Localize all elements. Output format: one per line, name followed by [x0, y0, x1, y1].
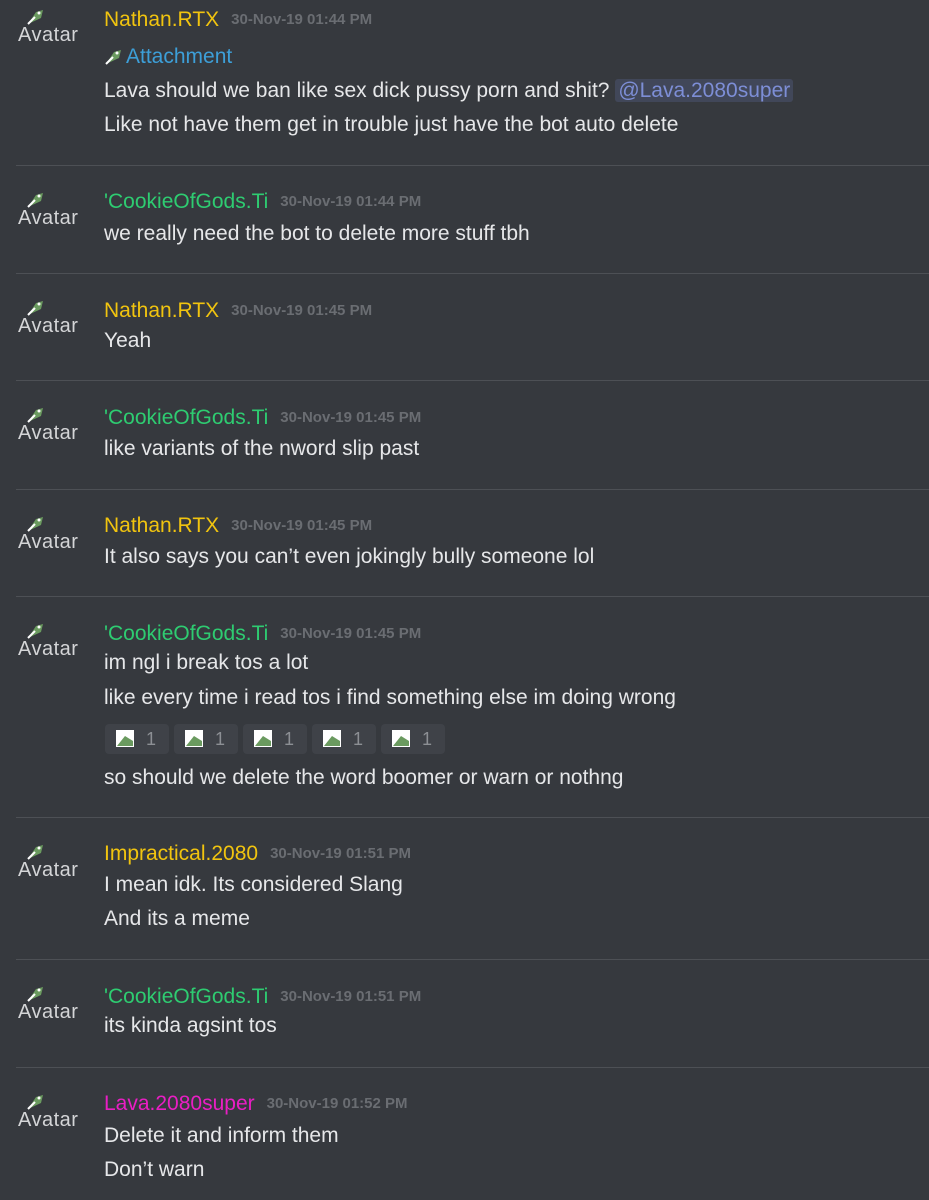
- reactions-bar: 1 1 1 1 1: [105, 724, 450, 754]
- reaction-count: 1: [284, 728, 295, 749]
- message-line: its kinda agsint tos: [104, 1014, 277, 1037]
- author-name[interactable]: 'CookieOfGods.Ti: [104, 983, 268, 1011]
- avatar[interactable]: Avatar: [18, 8, 88, 48]
- broken-emoji-icon: [116, 730, 134, 747]
- avatar[interactable]: Avatar: [18, 515, 88, 555]
- author-name[interactable]: 'CookieOfGods.Ti: [104, 620, 268, 648]
- avatar-alt-text: Avatar: [18, 1109, 79, 1131]
- message-line: like variants of the nword slip past: [104, 437, 420, 460]
- avatar[interactable]: Avatar: [18, 406, 88, 446]
- message-line: I mean idk. Its considered Slang: [104, 873, 403, 896]
- broken-image-icon: [105, 50, 121, 65]
- avatar-alt-text: Avatar: [18, 24, 79, 46]
- message-line: Like not have them get in trouble just h…: [104, 113, 679, 136]
- message-line: so should we delete the word boomer or w…: [104, 766, 624, 789]
- author-name[interactable]: Impractical.2080: [104, 840, 258, 868]
- attachment-alt-text: Attachment: [126, 45, 233, 68]
- broken-emoji-icon: [254, 730, 272, 747]
- message-line: we really need the bot to delete more st…: [104, 222, 530, 245]
- message: Avatar 'CookieOfGods.Ti 30-Nov-19 01:51 …: [16, 960, 929, 1068]
- timestamp: 30-Nov-19 01:44 PM: [231, 11, 373, 28]
- author-name[interactable]: Lava.2080super: [104, 1090, 255, 1118]
- message: Avatar 'CookieOfGods.Ti 30-Nov-19 01:45 …: [16, 597, 929, 818]
- message: Avatar Lava.2080super 30-Nov-19 01:52 PM…: [16, 1068, 929, 1199]
- message-line: im ngl i break tos a lot: [104, 651, 309, 674]
- avatar-alt-text: Avatar: [18, 207, 79, 229]
- reaction-chip[interactable]: 1: [174, 724, 238, 754]
- avatar-alt-text: Avatar: [18, 1001, 79, 1023]
- message: Avatar Nathan.RTX 30-Nov-19 01:45 PM Yea…: [16, 274, 929, 381]
- reaction-chip[interactable]: 1: [105, 724, 169, 754]
- reaction-chip[interactable]: 1: [312, 724, 376, 754]
- avatar[interactable]: Avatar: [18, 843, 88, 883]
- avatar[interactable]: Avatar: [18, 622, 88, 662]
- avatar[interactable]: Avatar: [18, 1093, 88, 1133]
- author-name[interactable]: Nathan.RTX: [104, 512, 219, 540]
- message-line: Lava should we ban like sex dick pussy p…: [104, 77, 794, 105]
- message: Avatar Nathan.RTX 30-Nov-19 01:45 PM It …: [16, 490, 929, 597]
- reaction-count: 1: [146, 728, 157, 749]
- avatar-alt-text: Avatar: [18, 315, 79, 337]
- message: Avatar Nathan.RTX 30-Nov-19 01:44 PM Att…: [16, 0, 929, 166]
- timestamp: 30-Nov-19 01:45 PM: [231, 302, 373, 319]
- user-mention[interactable]: @Lava.2080super: [615, 79, 794, 102]
- message-line: Don’t warn: [104, 1158, 205, 1181]
- message-line: And its a meme: [104, 907, 250, 930]
- timestamp: 30-Nov-19 01:44 PM: [280, 193, 422, 210]
- message: Avatar Impractical.2080 30-Nov-19 01:51 …: [16, 818, 929, 960]
- broken-emoji-icon: [392, 730, 410, 747]
- reaction-count: 1: [215, 728, 226, 749]
- avatar[interactable]: Avatar: [18, 191, 88, 231]
- reaction-chip[interactable]: 1: [381, 724, 445, 754]
- avatar-alt-text: Avatar: [18, 422, 79, 444]
- broken-emoji-icon: [185, 730, 203, 747]
- broken-emoji-icon: [323, 730, 341, 747]
- reaction-count: 1: [353, 728, 364, 749]
- author-name[interactable]: Nathan.RTX: [104, 297, 219, 325]
- timestamp: 30-Nov-19 01:52 PM: [266, 1095, 408, 1112]
- avatar-alt-text: Avatar: [18, 638, 79, 660]
- reaction-count: 1: [422, 728, 433, 749]
- timestamp: 30-Nov-19 01:51 PM: [280, 988, 422, 1005]
- avatar[interactable]: Avatar: [18, 299, 88, 339]
- message-line: It also says you can’t even jokingly bul…: [104, 545, 595, 568]
- attachment-link[interactable]: Attachment: [104, 43, 232, 71]
- message-text: Lava should we ban like sex dick pussy p…: [104, 79, 610, 102]
- timestamp: 30-Nov-19 01:45 PM: [231, 517, 373, 534]
- avatar[interactable]: Avatar: [18, 985, 88, 1025]
- author-name[interactable]: 'CookieOfGods.Ti: [104, 188, 268, 216]
- message-line: Yeah: [104, 329, 152, 352]
- message-line: Delete it and inform them: [104, 1124, 339, 1147]
- avatar-alt-text: Avatar: [18, 859, 79, 881]
- timestamp: 30-Nov-19 01:51 PM: [270, 845, 411, 862]
- message: Avatar 'CookieOfGods.Ti 30-Nov-19 01:44 …: [16, 166, 929, 274]
- author-name[interactable]: Nathan.RTX: [104, 6, 219, 34]
- avatar-alt-text: Avatar: [18, 531, 79, 553]
- reaction-chip[interactable]: 1: [243, 724, 307, 754]
- author-name[interactable]: 'CookieOfGods.Ti: [104, 404, 268, 432]
- timestamp: 30-Nov-19 01:45 PM: [280, 625, 422, 642]
- message: Avatar 'CookieOfGods.Ti 30-Nov-19 01:45 …: [16, 381, 929, 490]
- chat-log: Avatar Nathan.RTX 30-Nov-19 01:44 PM Att…: [0, 0, 929, 1200]
- message-line: like every time i read tos i find someth…: [104, 686, 676, 709]
- timestamp: 30-Nov-19 01:45 PM: [280, 409, 422, 426]
